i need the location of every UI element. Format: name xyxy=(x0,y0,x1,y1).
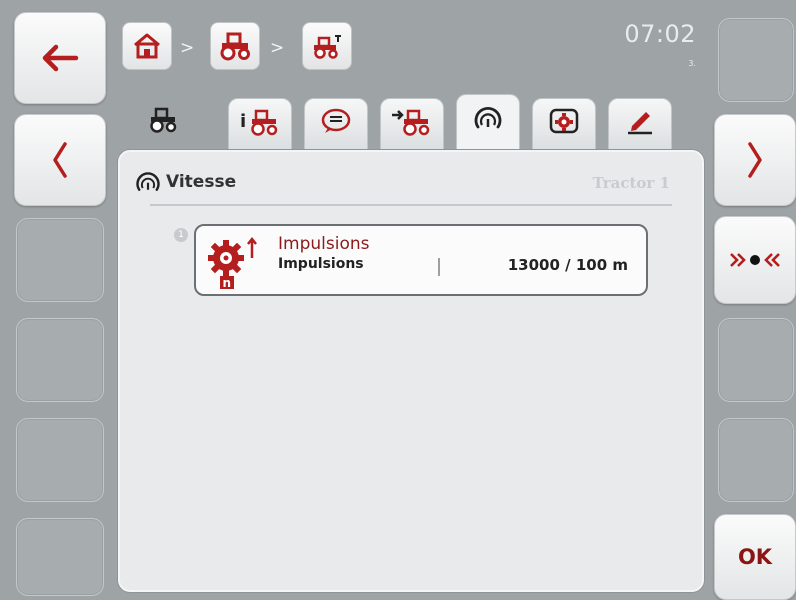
back-arrow-icon xyxy=(42,44,79,72)
tab-edit[interactable] xyxy=(608,98,672,154)
previous-button[interactable] xyxy=(14,114,106,206)
tractor-outline-icon xyxy=(150,107,177,133)
svg-text:i: i xyxy=(240,111,246,132)
softkey-right-5 xyxy=(718,418,794,502)
impulse-gear-icon: n xyxy=(208,236,257,290)
header: > > 07:02 3. xyxy=(118,12,710,82)
home-icon xyxy=(134,33,160,59)
tab-pto[interactable] xyxy=(532,98,596,154)
value-separator xyxy=(438,258,440,276)
tractor-hitch-icon xyxy=(392,109,430,136)
list-item-index: 1 xyxy=(174,228,188,242)
softkey-left-4 xyxy=(16,318,104,402)
clock: 07:02 xyxy=(624,20,696,48)
speedometer-icon xyxy=(474,106,502,129)
reset-default-icon xyxy=(730,253,780,267)
reset-default-button[interactable] xyxy=(714,216,796,304)
implement-name: Tractor 1 xyxy=(592,174,670,192)
back-button[interactable] xyxy=(14,12,106,104)
tab-tractor[interactable] xyxy=(134,98,192,154)
breadcrumb-tractor-settings[interactable] xyxy=(302,22,352,70)
tab-tractor-info[interactable]: i xyxy=(228,98,292,154)
breadcrumb-home[interactable] xyxy=(122,22,172,70)
chevron-right-icon xyxy=(748,142,762,178)
softkey-left-3 xyxy=(16,218,104,302)
chevron-left-icon xyxy=(53,142,67,178)
content-panel: Vitesse Tractor 1 1 n Impulsions Impulsi… xyxy=(118,150,704,592)
next-button[interactable] xyxy=(714,114,796,206)
item-label: Impulsions xyxy=(278,256,364,272)
softkey-right-4 xyxy=(718,318,794,402)
tractor-settings-icon xyxy=(314,35,341,59)
pto-gear-icon xyxy=(549,108,579,134)
tab-speed[interactable] xyxy=(456,94,520,154)
tab-bar: i xyxy=(118,92,710,154)
breadcrumb-tractor[interactable] xyxy=(210,22,260,70)
tractor-icon xyxy=(220,32,250,61)
softkey-right-1 xyxy=(718,18,794,102)
message-icon xyxy=(321,108,351,133)
item-value: 13000 / 100 m xyxy=(507,256,628,274)
ok-label: OK xyxy=(737,545,773,569)
tractor-info-icon: i xyxy=(240,109,278,136)
tab-messages[interactable] xyxy=(304,98,368,154)
ok-button[interactable]: OK xyxy=(714,514,796,600)
list-item-impulses[interactable]: n Impulsions Impulsions 13000 / 100 m xyxy=(194,224,648,296)
page-title: Vitesse xyxy=(166,172,237,192)
softkey-left-6 xyxy=(16,518,104,596)
svg-text:n: n xyxy=(223,276,232,290)
clock-sub: 3. xyxy=(688,59,696,68)
edit-pen-icon xyxy=(628,112,652,135)
softkey-left-5 xyxy=(16,418,104,502)
speedometer-icon xyxy=(136,172,160,191)
item-title: Impulsions xyxy=(278,234,370,254)
breadcrumb-separator: > xyxy=(180,38,195,58)
breadcrumb-separator: > xyxy=(270,38,285,58)
tab-hitch[interactable] xyxy=(380,98,444,154)
title-divider xyxy=(150,204,672,206)
